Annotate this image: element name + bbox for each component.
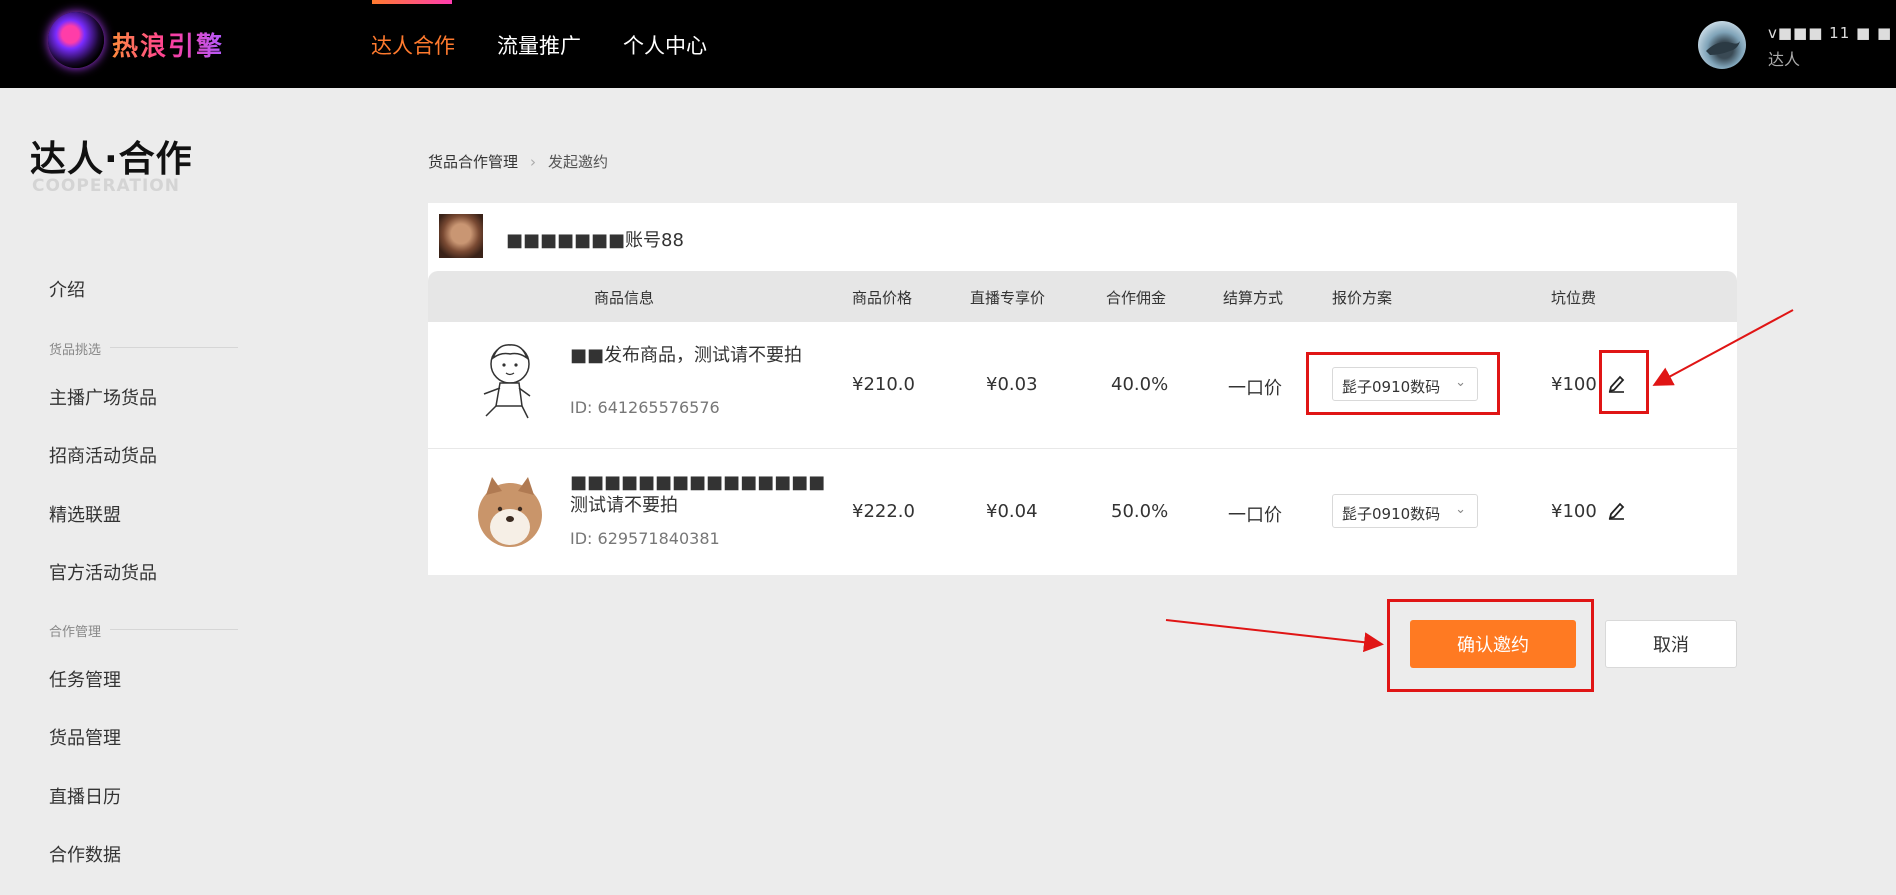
annotation-box-confirm xyxy=(1387,599,1594,692)
slot-fee: ¥100 xyxy=(1551,501,1597,522)
sidebar-item-anchor-square[interactable]: 主播广场货品 xyxy=(49,384,157,410)
nav-item-creator-cooperation[interactable]: 达人合作 xyxy=(371,30,455,60)
chevron-down-icon: ⌄ xyxy=(1455,502,1466,517)
user-avatar[interactable] xyxy=(1698,21,1746,69)
sidebar-brand-title: 达人·合作 xyxy=(30,139,193,180)
column-header-product-info: 商品信息 xyxy=(594,289,655,307)
annotation-box-quote-plan xyxy=(1306,352,1500,415)
product-image xyxy=(478,477,542,547)
sidebar-item-intro[interactable]: 介绍 xyxy=(49,276,85,302)
nav-item-personal-center[interactable]: 个人中心 xyxy=(623,30,707,60)
product-name: ■■■■■■■■■■■■■■■测试请不要拍 xyxy=(570,472,826,516)
logo-text: 热浪引擎 xyxy=(112,26,224,63)
dolphin-icon xyxy=(1706,41,1740,55)
commission: 40.0% xyxy=(1111,374,1169,395)
breadcrumb-parent[interactable]: 货品合作管理 xyxy=(428,153,518,171)
settlement-method: 一口价 xyxy=(1228,378,1282,399)
sidebar-item-cooperation-data[interactable]: 合作数据 xyxy=(49,841,121,867)
sidebar: 达人·合作 COOPERATION 介绍 货品挑选 主播广场货品 招商活动货品 … xyxy=(0,88,260,895)
sidebar-item-product-management[interactable]: 货品管理 xyxy=(49,724,121,750)
product-image xyxy=(483,344,531,419)
breadcrumb: 货品合作管理 › 发起邀约 xyxy=(428,151,608,172)
sidebar-item-live-calendar[interactable]: 直播日历 xyxy=(49,783,121,809)
column-header-commission: 合作佣金 xyxy=(1106,289,1167,307)
product-price: ¥210.0 xyxy=(852,374,915,395)
edit-pencil-icon[interactable] xyxy=(1608,500,1626,520)
sidebar-item-merchant-activity[interactable]: 招商活动货品 xyxy=(49,442,157,468)
quote-plan-value: 髭子0910数码 xyxy=(1342,505,1441,523)
user-name[interactable]: v■■■ 11 ■ ■ xyxy=(1768,24,1892,42)
slot-fee: ¥100 xyxy=(1551,374,1597,395)
live-price: ¥0.03 xyxy=(986,374,1038,395)
product-id: ID: 641265576576 xyxy=(570,398,720,417)
user-role: 达人 xyxy=(1768,50,1801,69)
annotation-arrow-confirm xyxy=(1165,619,1384,653)
breadcrumb-separator-icon: › xyxy=(530,153,537,171)
cancel-button[interactable]: 取消 xyxy=(1605,620,1737,668)
column-header-slot-fee: 坑位费 xyxy=(1551,289,1597,307)
product-name: ■■发布商品，测试请不要拍 xyxy=(570,345,803,366)
column-header-price: 商品价格 xyxy=(852,289,913,307)
column-header-live-price: 直播专享价 xyxy=(970,289,1046,307)
sidebar-divider xyxy=(110,629,238,630)
account-row: ■■■■■■■账号88 xyxy=(428,203,1737,271)
column-header-settlement: 结算方式 xyxy=(1223,289,1284,307)
sidebar-brand-subtitle: COOPERATION xyxy=(32,176,180,196)
nav-item-traffic-promotion[interactable]: 流量推广 xyxy=(497,30,581,60)
column-header-quote-plan: 报价方案 xyxy=(1332,289,1393,307)
sidebar-group-product-selection: 货品挑选 xyxy=(49,343,102,358)
sidebar-group-cooperation-management: 合作管理 xyxy=(49,625,102,640)
table-row: ■■■■■■■■■■■■■■■测试请不要拍 ID: 629571840381 ¥… xyxy=(428,449,1737,575)
account-name: ■■■■■■■账号88 xyxy=(506,230,684,251)
sidebar-item-selected-alliance[interactable]: 精选联盟 xyxy=(49,501,121,527)
table-header: 商品信息 商品价格 直播专享价 合作佣金 结算方式 报价方案 坑位费 xyxy=(428,271,1737,322)
top-navigation-bar: 热浪引擎 达人合作 流量推广 个人中心 v■■■ 11 ■ ■ 达人 xyxy=(0,0,1896,88)
logo-icon xyxy=(48,12,104,68)
commission: 50.0% xyxy=(1111,501,1169,522)
live-price: ¥0.04 xyxy=(986,501,1038,522)
annotation-box-edit xyxy=(1599,350,1649,414)
sidebar-item-task-management[interactable]: 任务管理 xyxy=(49,666,121,692)
account-avatar xyxy=(439,214,483,258)
sidebar-item-official-activity[interactable]: 官方活动货品 xyxy=(49,559,157,585)
breadcrumb-current: 发起邀约 xyxy=(548,153,609,171)
invitation-card: ■■■■■■■账号88 商品信息 商品价格 直播专享价 合作佣金 结算方式 报价… xyxy=(428,203,1737,575)
app-logo[interactable]: 热浪引擎 xyxy=(48,12,228,72)
quote-plan-select[interactable]: 髭子0910数码 ⌄ xyxy=(1332,494,1478,528)
product-price: ¥222.0 xyxy=(852,501,915,522)
nav-active-indicator xyxy=(372,0,452,4)
table-row: ■■发布商品，测试请不要拍 ID: 641265576576 ¥210.0 ¥0… xyxy=(428,322,1737,449)
sidebar-divider xyxy=(110,347,238,348)
product-id: ID: 629571840381 xyxy=(570,529,720,548)
settlement-method: 一口价 xyxy=(1228,505,1282,526)
